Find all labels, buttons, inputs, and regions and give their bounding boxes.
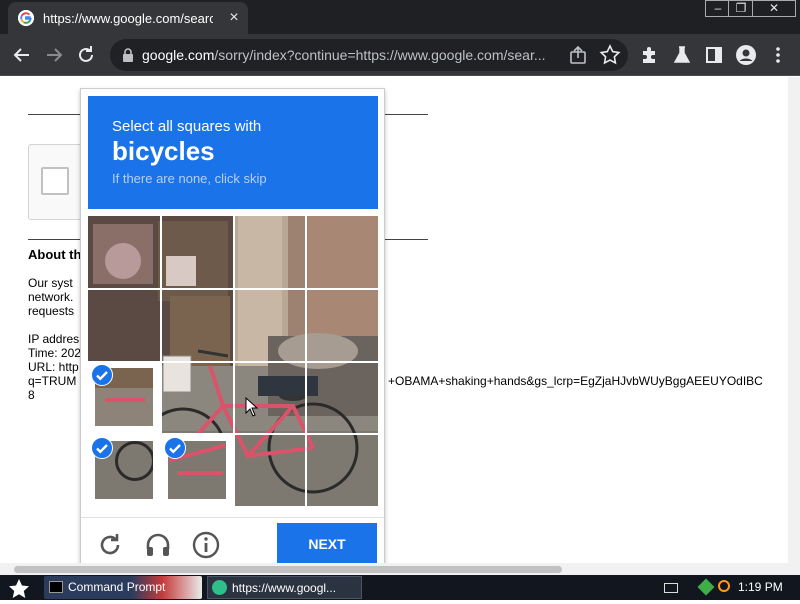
body-line: requests — [28, 304, 75, 318]
lock-icon[interactable] — [120, 47, 136, 63]
audio-challenge-headphones-icon[interactable] — [143, 530, 173, 560]
captcha-skip-hint: If there are none, click skip — [112, 171, 267, 186]
tile-checkmark-icon — [91, 364, 113, 386]
terminal-icon — [49, 581, 63, 593]
query-line-end: 8 — [28, 388, 35, 402]
tab-title: https://www.google.com/search?q= — [43, 11, 213, 26]
grid-separator — [88, 433, 378, 435]
network-tray-icon[interactable] — [697, 578, 715, 596]
taskbar-command-prompt[interactable]: Command Prompt — [44, 576, 202, 599]
horizontal-scrollbar[interactable] — [0, 563, 790, 575]
taskbar-item-label: https://www.googl... — [232, 581, 337, 595]
captcha-target-object: bicycles — [112, 136, 215, 166]
recaptcha-checkbox[interactable] — [41, 167, 69, 195]
reload-challenge-icon[interactable] — [95, 530, 125, 560]
tile-checkmark-icon — [91, 437, 113, 459]
search-tray-icon[interactable] — [718, 580, 730, 592]
taskbar: Command Prompt https://www.googl... 1:19… — [0, 575, 800, 600]
reload-icon[interactable] — [74, 43, 98, 67]
query-line-left: q=TRUM — [28, 374, 77, 388]
keyboard-tray-icon[interactable] — [664, 583, 678, 593]
taskbar-chrome-window[interactable]: https://www.googl... — [207, 576, 362, 599]
tab-strip: https://www.google.com/search?q= × – ❐ ✕ — [0, 0, 800, 34]
forward-arrow-icon[interactable] — [42, 43, 66, 67]
url-line: URL: http — [28, 360, 79, 374]
ip-address-line: IP addres — [28, 332, 80, 346]
grid-separator — [88, 288, 378, 290]
time-line: Time: 202 — [28, 346, 81, 360]
tab-close-icon[interactable]: × — [224, 8, 244, 28]
captcha-instruction: Select all squares with — [112, 118, 262, 135]
bookmark-star-icon[interactable] — [598, 43, 622, 67]
body-line: Our syst — [28, 276, 73, 290]
next-button[interactable]: NEXT — [277, 523, 377, 566]
side-panel-icon[interactable] — [702, 43, 726, 67]
query-line-right: +OBAMA+shaking+hands&gs_lcrp=EgZjaHJvbWU… — [388, 374, 763, 388]
close-window-button[interactable]: ✕ — [752, 0, 796, 17]
url-text[interactable]: google.com/sorry/index?continue=https://… — [142, 47, 562, 65]
captcha-challenge: Select all squares with bicycles If ther… — [80, 88, 385, 573]
lab-flask-icon[interactable] — [670, 43, 694, 67]
grid-separator — [88, 361, 378, 363]
tile-checkmark-icon — [164, 437, 186, 459]
vertical-scrollbar[interactable] — [788, 77, 800, 575]
address-bar[interactable]: google.com/sorry/index?continue=https://… — [110, 39, 628, 71]
profile-avatar-icon[interactable] — [734, 43, 758, 67]
info-icon[interactable] — [191, 530, 221, 560]
start-button[interactable] — [4, 577, 34, 599]
about-heading: About th — [28, 247, 82, 262]
captcha-image-grid — [88, 216, 378, 506]
taskbar-item-label: Command Prompt — [68, 580, 166, 594]
chrome-app-icon — [212, 580, 227, 595]
browser-toolbar: google.com/sorry/index?continue=https://… — [0, 34, 800, 76]
system-clock: 1:19 PM — [738, 580, 783, 594]
extensions-puzzle-icon[interactable] — [638, 43, 662, 67]
back-arrow-icon[interactable] — [10, 43, 34, 67]
horizontal-scroll-thumb[interactable] — [14, 566, 562, 573]
body-line: network. — [28, 290, 74, 304]
url-host: google.com — [142, 47, 215, 63]
url-path: /sorry/index?continue=https://www.google… — [214, 47, 546, 63]
captcha-header: Select all squares with bicycles If ther… — [88, 96, 378, 209]
restore-button[interactable]: ❐ — [728, 0, 754, 17]
browser-tab[interactable]: https://www.google.com/search?q= × — [8, 2, 248, 34]
google-favicon-icon — [18, 10, 34, 26]
mouse-cursor-icon — [245, 397, 259, 417]
share-icon[interactable] — [566, 43, 590, 67]
kebab-menu-icon[interactable] — [766, 43, 790, 67]
